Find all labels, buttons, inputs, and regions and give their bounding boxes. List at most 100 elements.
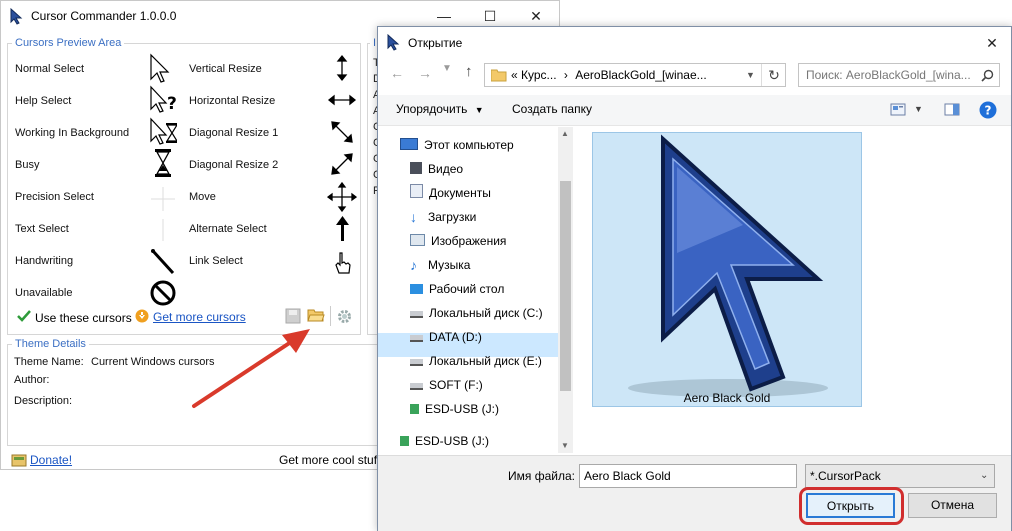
preview-pane-icon[interactable] [944, 103, 960, 116]
cursor-label-diagonal1: Diagonal Resize 1 [189, 127, 279, 139]
diagonal-resize-1-icon [331, 121, 353, 143]
folder-icon [491, 69, 507, 82]
view-dropdown-icon[interactable]: ▼ [914, 104, 923, 114]
breadcrumb-separator: › [563, 68, 568, 82]
filename-value: Aero Black Gold [584, 469, 671, 483]
documents-icon [410, 184, 423, 198]
svg-text:?: ? [167, 94, 177, 114]
filename-label: Имя файла: [508, 469, 575, 483]
tree-item-desktop[interactable]: Рабочий стол [410, 277, 504, 301]
breadcrumb-overflow[interactable]: « [511, 68, 518, 82]
back-arrow-icon[interactable]: ← [390, 65, 404, 81]
help-icon[interactable]: ? [979, 101, 997, 119]
refresh-icon[interactable]: ↻ [761, 64, 786, 86]
file-type-value: *.CursorPack [810, 469, 881, 483]
breadcrumb[interactable]: « Курс... › AeroBlackGold_[winae... [511, 68, 707, 82]
tree-label: Изображения [431, 234, 507, 248]
tree-label: Документы [429, 186, 491, 200]
tree-item-pictures[interactable]: Изображения [410, 229, 506, 253]
navigation-pane: Этот компьютер Видео Документы ↓ Загрузки… [378, 125, 573, 455]
tree-item-drive-d[interactable]: DATA (D:) [410, 325, 482, 349]
tree-label: Локальный диск (C:) [429, 306, 543, 320]
cursor-label-move: Move [189, 191, 216, 203]
tree-item-usb-j[interactable]: ESD-USB (J:) [410, 397, 499, 421]
chevron-down-icon: ▼ [474, 105, 484, 115]
tree-scrollbar[interactable]: ▲ ▼ [558, 127, 573, 453]
cursor-label-link: Link Select [189, 255, 243, 267]
pictures-icon [410, 234, 425, 246]
scroll-up-icon[interactable]: ▲ [561, 129, 569, 138]
theme-details-label: Theme Details [12, 338, 89, 350]
tree-item-usb-j-root[interactable]: ESD-USB (J:) [400, 429, 489, 453]
normal-select-icon [150, 53, 170, 83]
left-cursor-icons: ? [150, 53, 177, 306]
dialog-close-button[interactable]: ✕ [974, 28, 1010, 58]
address-dropdown-icon[interactable]: ▼ [746, 70, 755, 80]
diagonal-resize-2-icon [331, 153, 353, 175]
tree-item-documents[interactable]: Документы [410, 181, 491, 205]
theme-name-label: Theme Name: [14, 356, 84, 368]
tree-item-downloads[interactable]: ↓ Загрузки [410, 205, 476, 229]
donate-link[interactable]: Donate! [30, 453, 72, 467]
cursor-label-working: Working In Background [15, 127, 130, 139]
tree-label: Локальный диск (E:) [429, 354, 542, 368]
tree-item-drive-c[interactable]: Локальный диск (C:) [410, 301, 543, 325]
alternate-select-icon [336, 216, 349, 241]
cursor-label-busy: Busy [15, 159, 40, 171]
file-type-select[interactable]: *.CursorPack ⌄ [805, 464, 995, 488]
help-select-icon [150, 85, 168, 113]
settings-gear-icon[interactable] [336, 308, 353, 325]
tree-item-videos[interactable]: Видео [410, 157, 463, 181]
busy-icon [155, 149, 171, 177]
new-folder-button[interactable]: Создать папку [512, 102, 592, 116]
cursor-label-handwriting: Handwriting [15, 255, 74, 267]
annotation-arrow [192, 329, 310, 408]
scrollbar-thumb[interactable] [560, 181, 571, 391]
open-button[interactable]: Открыть [806, 493, 895, 518]
view-mode-icon[interactable] [890, 103, 906, 116]
tree-label: SOFT (F:) [429, 378, 483, 392]
breadcrumb-item[interactable]: Курс... [521, 68, 557, 82]
search-field[interactable]: Поиск: AeroBlackGold_[wina... [798, 63, 1000, 87]
cursor-label-diagonal2: Diagonal Resize 2 [189, 159, 279, 171]
tree-label: Рабочий стол [429, 282, 505, 296]
forward-arrow-icon[interactable]: → [418, 65, 432, 81]
address-bar[interactable]: « Курс... › AeroBlackGold_[winae... ▼ ↻ [484, 63, 786, 87]
description-label: Description: [14, 395, 73, 407]
use-cursors-button[interactable]: Use these cursors [35, 311, 132, 325]
usb-drive-icon [410, 404, 419, 414]
open-file-dialog: Открытие ✕ ← → ▼ ↑ « Курс... › AeroBlack… [377, 26, 1012, 531]
window-title: Cursor Commander 1.0.0.0 [31, 9, 177, 23]
tree-item-music[interactable]: ♪ Музыка [410, 253, 470, 277]
tree-label: Музыка [428, 258, 471, 272]
scroll-down-icon[interactable]: ▼ [561, 441, 569, 450]
drive-icon [410, 359, 423, 366]
cursor-label-precision: Precision Select [15, 191, 94, 203]
tree-item-drive-e[interactable]: Локальный диск (E:) [410, 349, 542, 373]
recent-dropdown-icon[interactable]: ▼ [442, 63, 452, 74]
download-icon [135, 309, 149, 323]
author-label: Author: [14, 374, 50, 386]
toolbar-divider [330, 306, 331, 326]
vertical-resize-icon [336, 54, 348, 82]
tree-label: Этот компьютер [424, 138, 514, 152]
cursor-label-horizontal: Horizontal Resize [189, 95, 276, 107]
usb-drive-icon [400, 436, 409, 446]
move-icon [327, 181, 357, 213]
breadcrumb-item[interactable]: AeroBlackGold_[winae... [575, 68, 706, 82]
search-icon[interactable] [981, 69, 994, 82]
cursor-label-normal: Normal Select [15, 63, 85, 75]
computer-icon [400, 138, 418, 150]
cancel-button[interactable]: Отмена [908, 493, 997, 518]
up-arrow-icon[interactable]: ↑ [465, 63, 473, 80]
svg-text:?: ? [985, 104, 992, 118]
tree-item-drive-f[interactable]: SOFT (F:) [410, 373, 483, 397]
filename-input[interactable]: Aero Black Gold [579, 464, 797, 488]
handwriting-icon [151, 249, 175, 275]
tree-item-this-pc[interactable]: Этот компьютер [400, 133, 514, 157]
link-select-icon [335, 252, 351, 274]
dialog-app-icon [387, 34, 400, 51]
preview-caption: Aero Black Gold [683, 391, 771, 405]
cursor-label-vertical: Vertical Resize [189, 63, 262, 75]
organize-button[interactable]: Упорядочить ▼ [396, 102, 484, 116]
